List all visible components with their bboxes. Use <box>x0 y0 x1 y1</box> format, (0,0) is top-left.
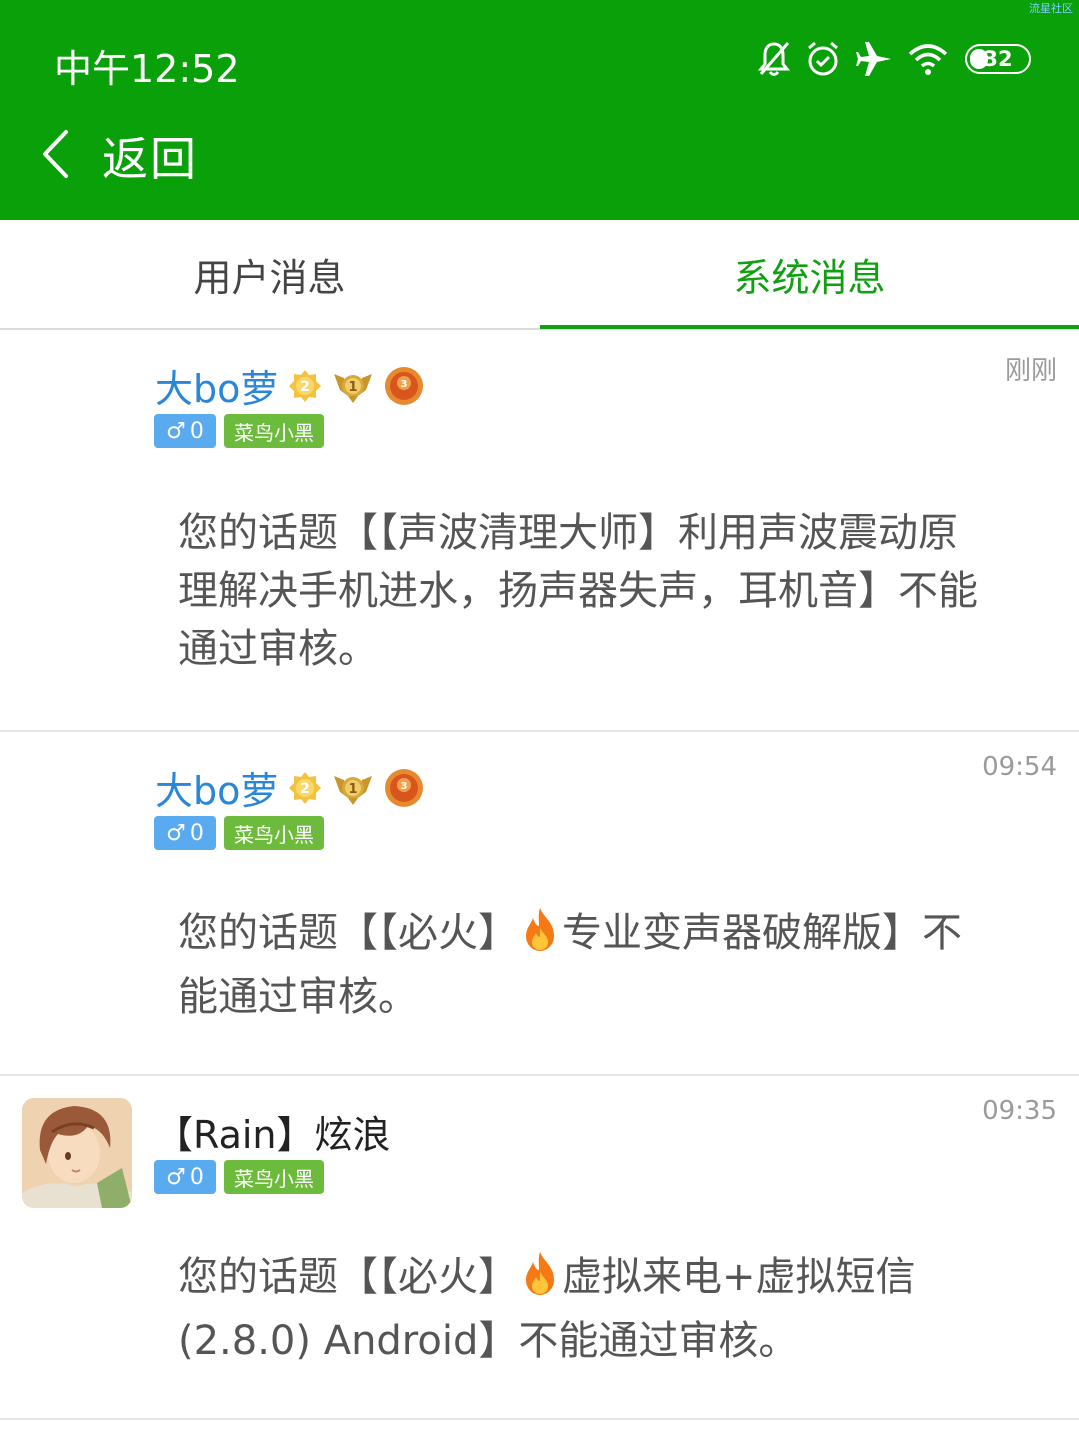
gender-tag: ♂ 0 <box>154 1160 216 1194</box>
watermark: 流星社区 <box>1029 2 1073 15</box>
message-item[interactable]: 大bo萝 2 1 3 ♂ 0 菜鸟小黑 刚刚 您的话题【【声波清理大师】利用声波震… <box>0 330 1079 732</box>
gender-tag: ♂ 0 <box>154 414 216 448</box>
username-text: 【Rain】炫浪 <box>155 1113 391 1157</box>
username-text: 大bo萝 <box>155 367 279 411</box>
status-icons: 32 <box>743 38 1031 80</box>
medal-3-icon: 3 <box>384 366 424 406</box>
status-time: 中午12:52 <box>54 47 240 91</box>
male-icon: ♂ <box>166 418 186 444</box>
user-tags: ♂ 0 菜鸟小黑 <box>154 414 324 448</box>
level-tag: 菜鸟小黑 <box>224 816 324 850</box>
message-item[interactable]: 大bo萝 2 1 3 ♂ 0 菜鸟小黑 09:54 您的话题【【必火】 专业变声器破… <box>0 732 1079 1076</box>
fire-icon <box>520 906 560 968</box>
message-time: 09:35 <box>982 1096 1057 1126</box>
level-tag: 菜鸟小黑 <box>224 414 324 448</box>
alarm-icon <box>805 40 841 78</box>
battery-level: 32 <box>983 47 1013 71</box>
chevron-left-icon <box>40 129 70 183</box>
medal-3-icon: 3 <box>384 768 424 808</box>
user-tags: ♂ 0 菜鸟小黑 <box>154 816 324 850</box>
male-icon: ♂ <box>166 1164 186 1190</box>
message-content: 您的话题【【声波清理大师】利用声波震动原 理解决手机进水，扬声器失声，耳机音】不… <box>178 510 978 672</box>
message-content: 您的话题【【必火】 专业变声器破解版】不 能通过审核。 <box>178 904 1038 1026</box>
svg-text:2: 2 <box>301 781 311 797</box>
back-label: 返回 <box>102 132 198 186</box>
svg-text:2: 2 <box>301 379 311 395</box>
tab-system-messages[interactable]: 系统消息 <box>540 220 1079 328</box>
rank-1-wings-icon: 1 <box>332 770 374 806</box>
svg-text:3: 3 <box>401 781 408 792</box>
active-tab-indicator <box>540 325 1079 329</box>
svg-text:1: 1 <box>349 782 358 797</box>
app-header: 流星社区 中午12:52 32 返回 <box>0 0 1079 220</box>
username[interactable]: 大bo萝 2 1 3 <box>155 358 424 413</box>
username[interactable]: 大bo萝 2 1 3 <box>155 760 424 815</box>
level-tag: 菜鸟小黑 <box>224 1160 324 1194</box>
tab-user-messages[interactable]: 用户消息 <box>0 220 539 328</box>
battery-icon: 32 <box>965 44 1031 74</box>
tab-bar: 用户消息 系统消息 <box>0 220 1079 330</box>
message-item[interactable]: 【Rain】炫浪 ♂ 0 菜鸟小黑 09:35 您的话题【【必火】 虚拟来电+虚拟短… <box>0 1076 1079 1420</box>
message-time: 刚刚 <box>1004 356 1057 386</box>
username-text: 大bo萝 <box>155 769 279 813</box>
level-2-badge-icon: 2 <box>288 369 322 403</box>
bell-muted-icon <box>757 40 791 78</box>
message-time: 09:54 <box>982 752 1057 782</box>
user-tags: ♂ 0 菜鸟小黑 <box>154 1160 324 1194</box>
fire-icon <box>520 1250 560 1312</box>
gender-tag: ♂ 0 <box>154 816 216 850</box>
wifi-icon <box>907 42 949 76</box>
avatar[interactable] <box>22 1098 132 1208</box>
airplane-icon <box>855 40 893 78</box>
rank-1-wings-icon: 1 <box>332 368 374 404</box>
back-button[interactable]: 返回 <box>40 124 198 188</box>
level-2-badge-icon: 2 <box>288 771 322 805</box>
username[interactable]: 【Rain】炫浪 <box>155 1104 391 1159</box>
svg-text:1: 1 <box>349 380 358 395</box>
message-content: 您的话题【【必火】 虚拟来电+虚拟短信 (2.8.0) Android】不能通过审… <box>178 1248 1038 1370</box>
male-icon: ♂ <box>166 820 186 846</box>
svg-text:3: 3 <box>401 379 408 390</box>
